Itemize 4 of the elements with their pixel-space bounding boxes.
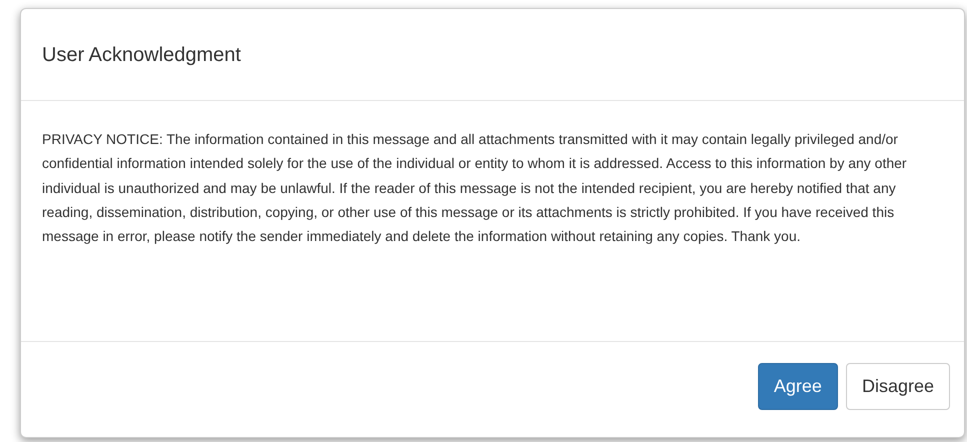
agree-button[interactable]: Agree bbox=[758, 363, 838, 410]
dialog-title: User Acknowledgment bbox=[42, 42, 241, 66]
privacy-notice-text: PRIVACY NOTICE: The information contained in this message and all attachments transmitted with it may contain legally privileged and/or confidential information intended solely for the use of the individual or entity to whom it is addressed. Access to this information by any other individual is unauthorized and may be unlawful. If the reader of this message is not the intended recipient, you are hereby notified that any reading, dissemination, distribution, copying, or other use of this message or its attachments is strictly prohibited. If you have received this message in error, please notify the sender immediately and delete the information without retaining any copies. Thank you. bbox=[42, 130, 908, 246]
disagree-button[interactable]: Disagree bbox=[846, 363, 950, 410]
